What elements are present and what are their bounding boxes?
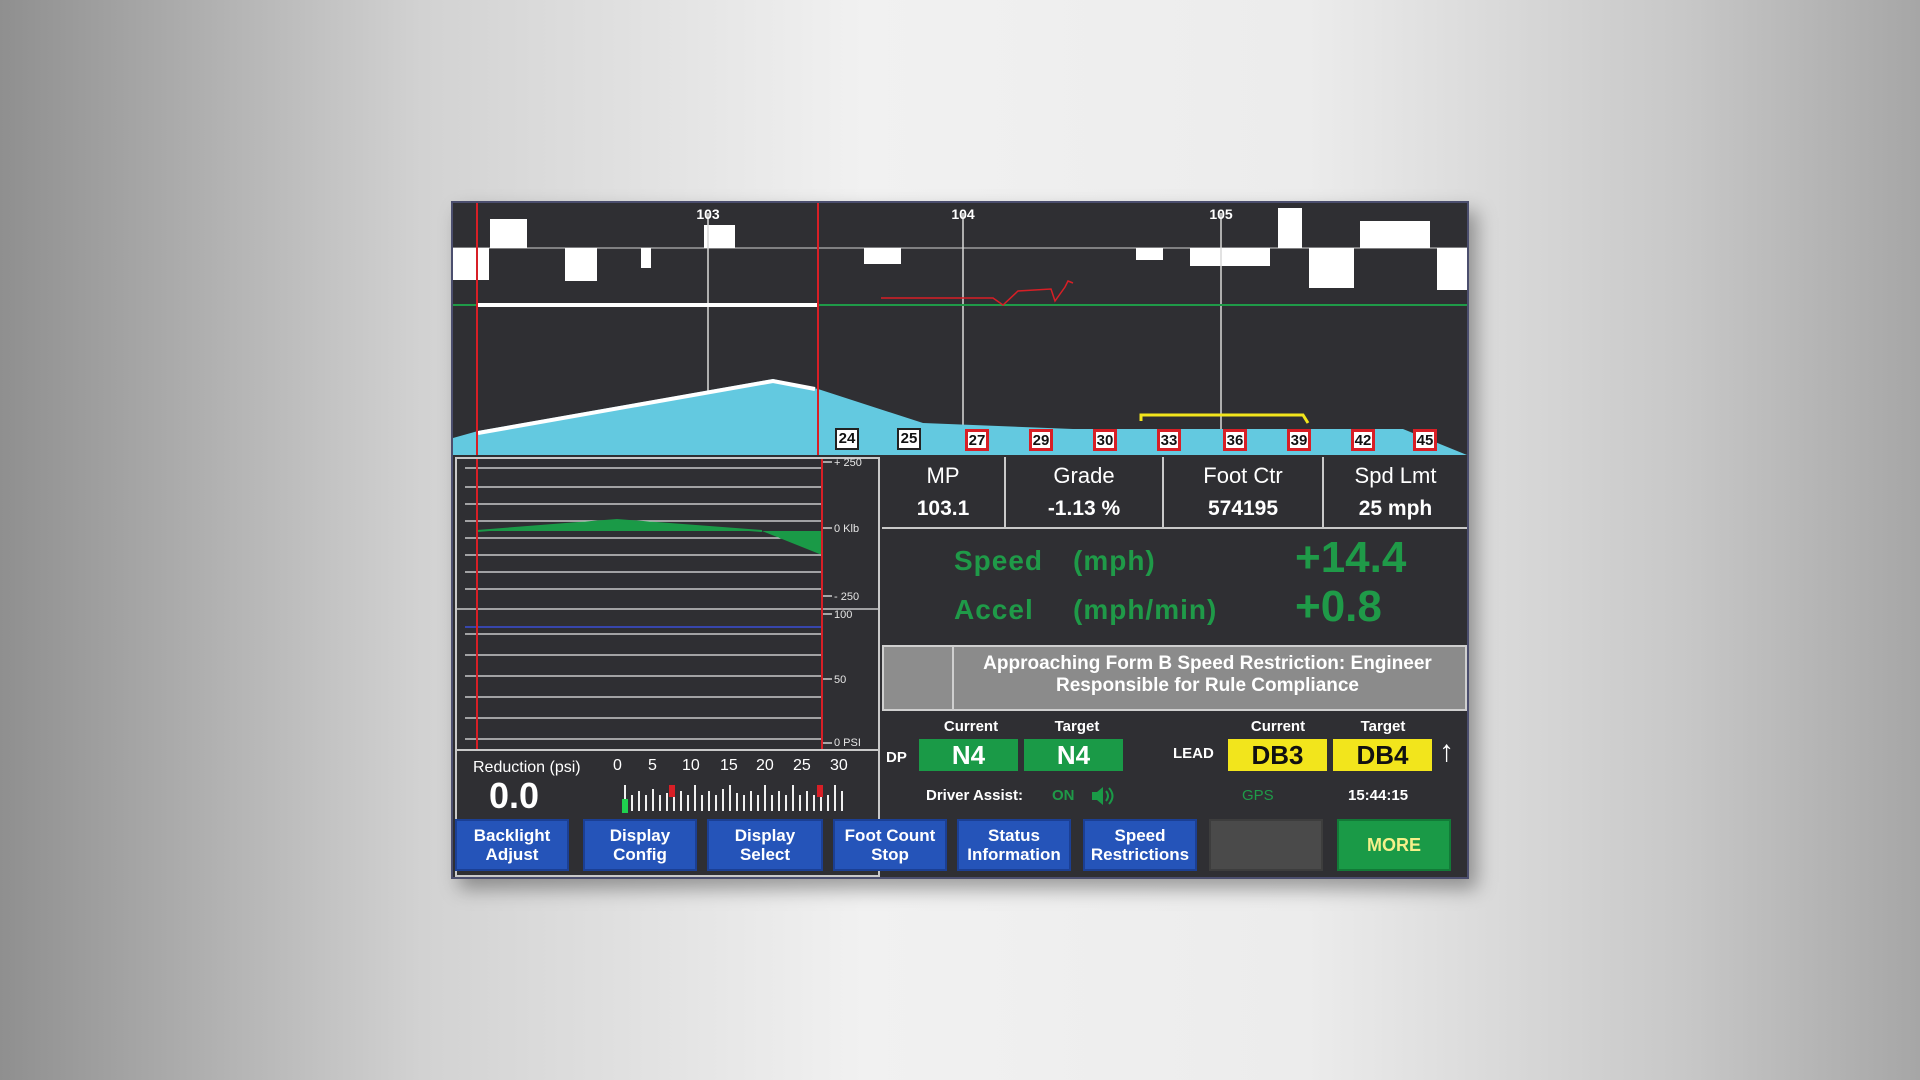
reduction-value: 0.0: [489, 775, 540, 816]
display-select-line2: Select: [739, 845, 791, 864]
gps-indicator: GPS: [1242, 787, 1274, 804]
speed-unit: (mph): [1073, 545, 1156, 576]
grade-value: -1.13 %: [1047, 497, 1121, 520]
lead-current-box: DB3: [1228, 739, 1327, 771]
speed-sign-24: 24: [835, 428, 859, 450]
display-select-line1: Display: [734, 826, 796, 845]
speed-sign-45: 45: [1413, 429, 1437, 451]
motion-panel: Speed (mph) +14.4 Accel (mph/min) +0.8: [882, 533, 1467, 648]
milepost-label-105: 105: [1209, 206, 1233, 222]
spd-lmt-value: 25 mph: [1358, 497, 1433, 520]
speed-sign-29: 29: [1029, 429, 1053, 451]
clock-time: 15:44:15: [1348, 787, 1409, 804]
mp-cell: MP 103.1: [882, 457, 1006, 529]
speed-sign-25: 25: [897, 428, 921, 450]
backlight-adjust-line1: Backlight: [473, 826, 551, 845]
force-pressure-graphs: + 250 0 Klb - 250 100 50 0 PSI Reduction…: [455, 457, 880, 877]
reduction-scale-labels: 0 5 10 15 20 25 30: [613, 757, 857, 775]
scale-label-25: 25: [793, 757, 811, 774]
locomotive-display-screen: 103 104 105 24 25 27 29 30 33 36 39 42 4…: [451, 201, 1469, 879]
info-row: MP 103.1 Grade -1.13 % Foot Ctr 574195 S…: [882, 457, 1467, 529]
mp-value: 103.1: [916, 497, 970, 520]
message-icon-area: [884, 647, 954, 709]
status-information-line2: Information: [967, 845, 1061, 864]
display-config-button[interactable]: Display Config: [583, 819, 697, 871]
foot-count-stop-button[interactable]: Foot Count Stop: [833, 819, 947, 871]
dp-label: DP: [886, 749, 907, 766]
foot-ctr-value: 574195: [1207, 497, 1279, 520]
accel-label: Accel: [954, 594, 1034, 625]
foot-count-stop-line2: Stop: [871, 845, 909, 864]
driver-assist-label: Driver Assist:: [926, 787, 1023, 804]
grade-title: Grade: [1053, 463, 1115, 488]
milepost-label-104: 104: [951, 206, 975, 222]
speed-restrictions-button[interactable]: Speed Restrictions: [1083, 819, 1197, 871]
dp-current-box: N4: [919, 739, 1018, 771]
pressure-axis-mid: 50: [834, 674, 847, 686]
arrow-up-icon: ↑: [1439, 735, 1454, 768]
speed-sign-33: 33: [1157, 429, 1181, 451]
track-profile-graphic: [453, 203, 1467, 455]
spd-lmt-cell: Spd Lmt 25 mph: [1324, 457, 1467, 529]
accel-value: +0.8: [1295, 582, 1382, 631]
backlight-adjust-button[interactable]: Backlight Adjust: [455, 819, 569, 871]
spd-lmt-title: Spd Lmt: [1354, 463, 1437, 488]
speed-sign-36: 36: [1223, 429, 1247, 451]
milepost-label-103: 103: [696, 206, 720, 222]
force-axis-top: + 250: [834, 457, 862, 469]
lead-target-heading: Target: [1360, 718, 1406, 735]
message-bar: Approaching Form B Speed Restriction: En…: [882, 645, 1467, 711]
foot-ctr-cell: Foot Ctr 574195: [1164, 457, 1324, 529]
driver-assist-value: ON: [1052, 787, 1075, 804]
display-select-button[interactable]: Display Select: [707, 819, 823, 871]
scale-label-30: 30: [830, 757, 848, 774]
speed-label: Speed: [954, 545, 1044, 576]
more-button[interactable]: MORE: [1337, 819, 1451, 871]
lead-current-heading: Current: [1250, 718, 1306, 735]
speed-sign-42: 42: [1351, 429, 1375, 451]
foot-count-stop-line1: Foot Count: [844, 826, 936, 845]
speed-sign-27: 27: [965, 429, 989, 451]
reduction-gauge: [622, 785, 843, 813]
backlight-adjust-line2: Adjust: [485, 845, 539, 864]
speed-sign-39: 39: [1287, 429, 1311, 451]
status-information-line1: Status: [988, 826, 1040, 845]
grade-cell: Grade -1.13 %: [1006, 457, 1164, 529]
display-config-line1: Display: [609, 826, 671, 845]
pressure-axis-bottom: 0 PSI: [834, 737, 861, 749]
status-information-button[interactable]: Status Information: [957, 819, 1071, 871]
dp-target-heading: Target: [1054, 718, 1100, 735]
force-axis-bottom: - 250: [834, 591, 860, 603]
graph-grid: [457, 459, 878, 749]
scale-label-20: 20: [756, 757, 774, 774]
softkey-row: Backlight Adjust Display Config Display Sel…: [453, 815, 1467, 877]
force-axis-mid: 0 Klb: [834, 523, 860, 535]
message-text: Approaching Form B Speed Restriction: En…: [983, 653, 1432, 696]
scale-label-10: 10: [682, 757, 700, 774]
display-config-line2: Config: [613, 845, 667, 864]
foot-ctr-title: Foot Ctr: [1203, 463, 1283, 488]
speed-restrictions-line1: Speed: [1114, 826, 1166, 845]
track-profile-panel: 103 104 105 24 25 27 29 30 33 36 39 42 4…: [453, 203, 1467, 455]
status-panel: Current Target Current Target DP N4 N4 L…: [882, 713, 1467, 813]
mp-title: MP: [926, 463, 960, 488]
speed-sign-30: 30: [1093, 429, 1117, 451]
speed-value: +14.4: [1295, 533, 1407, 582]
blank-softkey[interactable]: [1209, 819, 1323, 871]
dp-target-box: N4: [1024, 739, 1123, 771]
pressure-axis-top: 100: [834, 609, 853, 621]
scale-label-15: 15: [720, 757, 738, 774]
dp-current-heading: Current: [943, 718, 999, 735]
accel-unit: (mph/min): [1073, 594, 1218, 625]
speaker-icon: [1092, 787, 1114, 805]
lead-label: LEAD: [1173, 745, 1214, 762]
scale-label-0: 0: [613, 757, 622, 774]
speed-restrictions-line2: Restrictions: [1090, 845, 1190, 864]
lead-target-box: DB4: [1333, 739, 1432, 771]
scale-label-5: 5: [648, 757, 657, 774]
